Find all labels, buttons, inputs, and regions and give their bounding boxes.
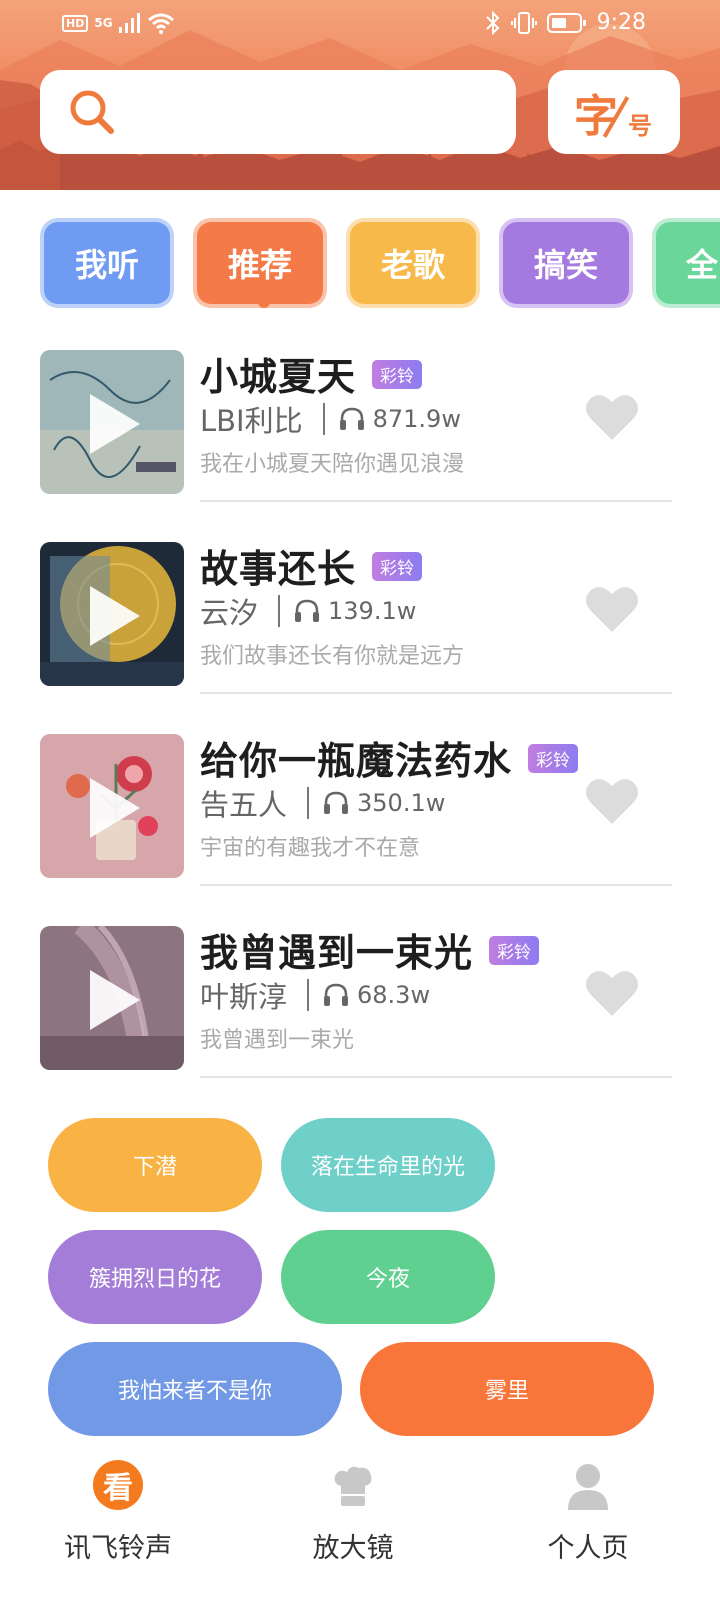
headphones-icon [295, 599, 320, 622]
tag-pill[interactable]: 落在生命里的光 [281, 1118, 495, 1212]
nav-item-profile[interactable]: 个人页 [488, 1450, 688, 1600]
network-type: 5G [94, 16, 113, 30]
font-size-small-char: 号 [628, 112, 652, 140]
heart-icon[interactable] [584, 968, 640, 1018]
font-size-big-char: 字 [574, 91, 618, 142]
play-count: 139.1w [328, 597, 417, 625]
play-count: 871.9w [372, 405, 461, 433]
tag-pill[interactable]: 下潜 [48, 1118, 262, 1212]
vibrate-icon [510, 11, 537, 34]
play-icon[interactable] [86, 968, 142, 1032]
song-title: 小城夏天 彩铃 [200, 346, 423, 401]
album-cover[interactable] [40, 734, 184, 878]
nav-label: 放大镜 [312, 1533, 394, 1564]
song-meta: 云汐 139.1w [200, 590, 416, 632]
home-icon: 看 [93, 1460, 143, 1510]
wifi-icon [147, 13, 174, 34]
album-cover[interactable] [40, 926, 184, 1070]
meta-divider [307, 787, 310, 819]
nav-label: 讯飞铃声 [64, 1533, 172, 1564]
headphones-icon [324, 983, 349, 1006]
nav-item-home[interactable]: 看 讯飞铃声 [18, 1450, 218, 1600]
chef-hat-icon [334, 1466, 372, 1506]
song-item[interactable]: 我曾遇到一束光 彩铃 叶斯淳 68.3w 我曾遇到一束光 [40, 926, 680, 1078]
hd-badge: HD [62, 14, 89, 32]
ringtone-badge: 彩铃 [528, 744, 579, 773]
divider [200, 884, 672, 886]
bottom-nav: 看 讯飞铃声 放大镜 个人页 [0, 1450, 720, 1600]
status-bar: HD 5G 9:28 [0, 0, 720, 48]
ringtone-badge: 彩铃 [372, 552, 423, 581]
song-meta: LBI利比 871.9w [200, 398, 461, 440]
play-count: 68.3w [357, 981, 431, 1009]
font-size-button[interactable]: 字 号 [548, 70, 680, 154]
nav-item-magnifier[interactable]: 放大镜 [253, 1450, 453, 1600]
search-icon[interactable] [68, 88, 116, 136]
song-description: 我在小城夏天陪你遇见浪漫 [200, 452, 465, 477]
ringtone-badge: 彩铃 [489, 936, 540, 965]
tag-pill[interactable]: 簇拥烈日的花 [48, 1230, 262, 1324]
meta-divider [307, 979, 310, 1011]
song-meta: 叶斯淳 68.3w [200, 974, 430, 1016]
bluetooth-icon [485, 10, 500, 35]
heart-icon[interactable] [584, 776, 640, 826]
tab-recommend[interactable]: 推荐 [193, 218, 327, 308]
tag-pill[interactable]: 雾里 [360, 1342, 654, 1436]
tab-wo-ting[interactable]: 我听 [40, 218, 174, 308]
heart-icon[interactable] [584, 392, 640, 442]
tag-pill[interactable]: 今夜 [281, 1230, 495, 1324]
tab-funny[interactable]: 搞笑 [499, 218, 633, 308]
song-description: 我曾遇到一束光 [200, 1028, 355, 1053]
song-title: 我曾遇到一束光 彩铃 [200, 922, 540, 977]
search-input[interactable] [40, 70, 516, 154]
headphones-icon [324, 791, 349, 814]
play-icon[interactable] [86, 584, 142, 648]
artist-name: 云汐 [200, 596, 259, 630]
tab-old-songs[interactable]: 老歌 [346, 218, 480, 308]
person-icon [568, 1464, 608, 1510]
artist-name: 告五人 [200, 788, 288, 822]
song-description: 我们故事还长有你就是远方 [200, 644, 465, 669]
tab-all[interactable]: 全 [652, 218, 720, 308]
clock: 9:28 [596, 10, 646, 35]
play-icon[interactable] [86, 776, 142, 840]
song-item[interactable]: 给你一瓶魔法药水 彩铃 告五人 350.1w 宇宙的有趣我才不在意 [40, 734, 680, 886]
category-tabs: 我听 推荐 老歌 搞笑 全 [0, 218, 720, 308]
meta-divider [322, 403, 325, 435]
signal-icon [118, 13, 140, 33]
song-title: 给你一瓶魔法药水 彩铃 [200, 730, 579, 785]
song-title: 故事还长 彩铃 [200, 538, 423, 593]
headphones-icon [339, 407, 364, 430]
album-cover[interactable] [40, 350, 184, 494]
song-description: 宇宙的有趣我才不在意 [200, 836, 421, 861]
play-count: 350.1w [357, 789, 446, 817]
song-meta: 告五人 350.1w [200, 782, 445, 824]
divider [200, 500, 672, 502]
header-banner: HD 5G 9:28 字 号 [0, 0, 720, 190]
song-item[interactable]: 小城夏天 彩铃 LBI利比 871.9w 我在小城夏天陪你遇见浪漫 [40, 350, 680, 502]
battery-icon [546, 12, 586, 33]
meta-divider [278, 595, 281, 627]
song-item[interactable]: 故事还长 彩铃 云汐 139.1w 我们故事还长有你就是远方 [40, 542, 680, 694]
heart-icon[interactable] [584, 584, 640, 634]
active-tab-indicator [258, 296, 270, 308]
artist-name: 叶斯淳 [200, 980, 288, 1014]
album-cover[interactable] [40, 542, 184, 686]
divider [200, 1076, 672, 1078]
divider [200, 692, 672, 694]
ringtone-badge: 彩铃 [372, 360, 423, 389]
tag-pill[interactable]: 我怕来者不是你 [48, 1342, 342, 1436]
artist-name: LBI利比 [200, 404, 303, 438]
nav-label: 个人页 [547, 1533, 629, 1564]
play-icon[interactable] [86, 392, 142, 456]
